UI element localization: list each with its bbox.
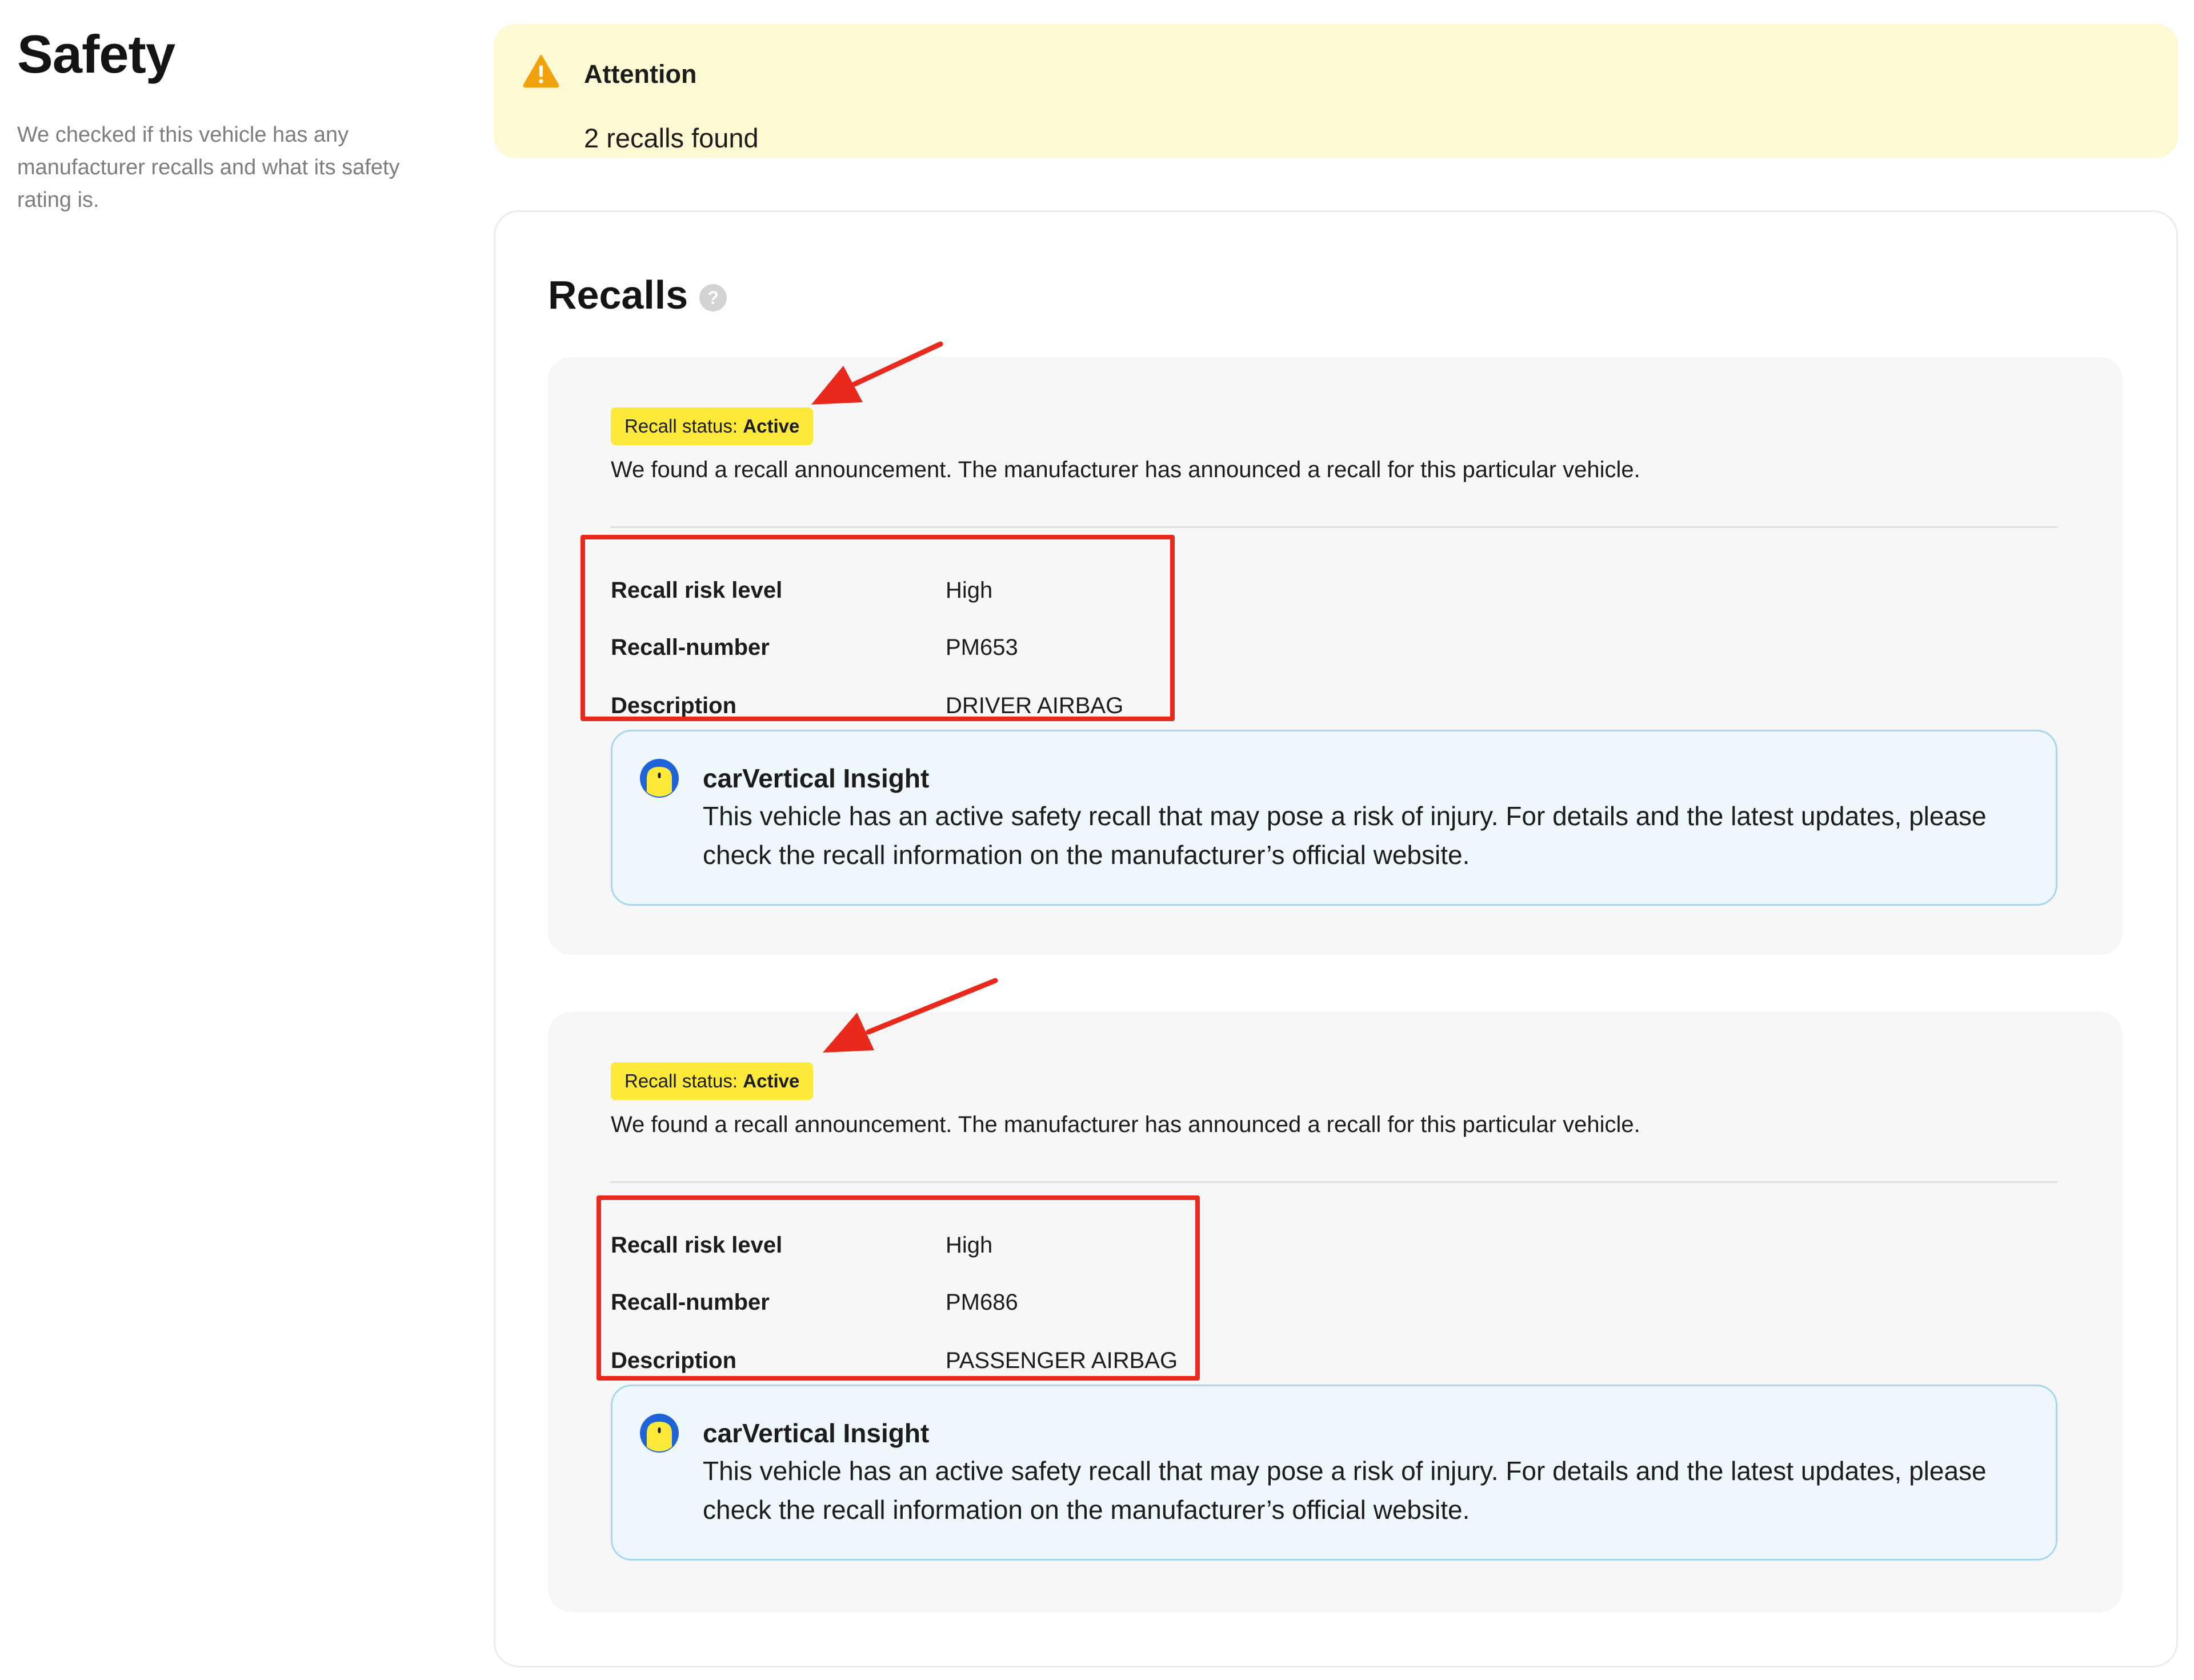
recall-status-value: Active xyxy=(743,415,800,437)
recalls-heading: Recalls xyxy=(548,273,688,317)
section-description: We checked if this vehicle has any manuf… xyxy=(17,123,400,212)
carvertical-logo-icon xyxy=(640,759,679,798)
recall-status-badge: Recall status: Active xyxy=(611,1062,814,1100)
divider xyxy=(611,526,2057,528)
recall-status-badge: Recall status: Active xyxy=(611,407,814,445)
attention-message: 2 recalls found xyxy=(584,123,759,153)
annotation-highlight-box xyxy=(596,1195,1200,1381)
divider xyxy=(611,1181,2057,1183)
question-icon[interactable]: ? xyxy=(699,284,727,311)
insight-box: carVertical Insight This vehicle has an … xyxy=(611,730,2057,906)
recall-description: We found a recall announcement. The manu… xyxy=(611,457,1640,482)
insight-title: carVertical Insight xyxy=(703,1418,930,1448)
attention-title: Attention xyxy=(584,59,697,89)
attention-banner: Attention 2 recalls found xyxy=(494,24,2178,158)
insight-title: carVertical Insight xyxy=(703,763,930,793)
insight-box: carVertical Insight This vehicle has an … xyxy=(611,1385,2057,1561)
recalls-header: Recalls ? xyxy=(548,269,727,321)
warning-icon xyxy=(523,55,559,88)
recall-status-value: Active xyxy=(743,1070,800,1091)
annotation-highlight-box xyxy=(580,535,1175,721)
recall-status-label: Recall status: xyxy=(624,1070,738,1091)
recall-status-label: Recall status: xyxy=(624,415,738,437)
safety-section: Safety We checked if this vehicle has an… xyxy=(0,0,2194,1680)
carvertical-logo-icon xyxy=(640,1414,679,1453)
section-intro: Safety We checked if this vehicle has an… xyxy=(17,23,417,217)
insight-text: This vehicle has an active safety recall… xyxy=(703,801,1987,870)
insight-text: This vehicle has an active safety recall… xyxy=(703,1456,1987,1525)
recalls-card: Recalls ? Recall status: Active We found… xyxy=(494,210,2178,1667)
recall-description: We found a recall announcement. The manu… xyxy=(611,1112,1640,1137)
section-title: Safety xyxy=(17,24,175,84)
